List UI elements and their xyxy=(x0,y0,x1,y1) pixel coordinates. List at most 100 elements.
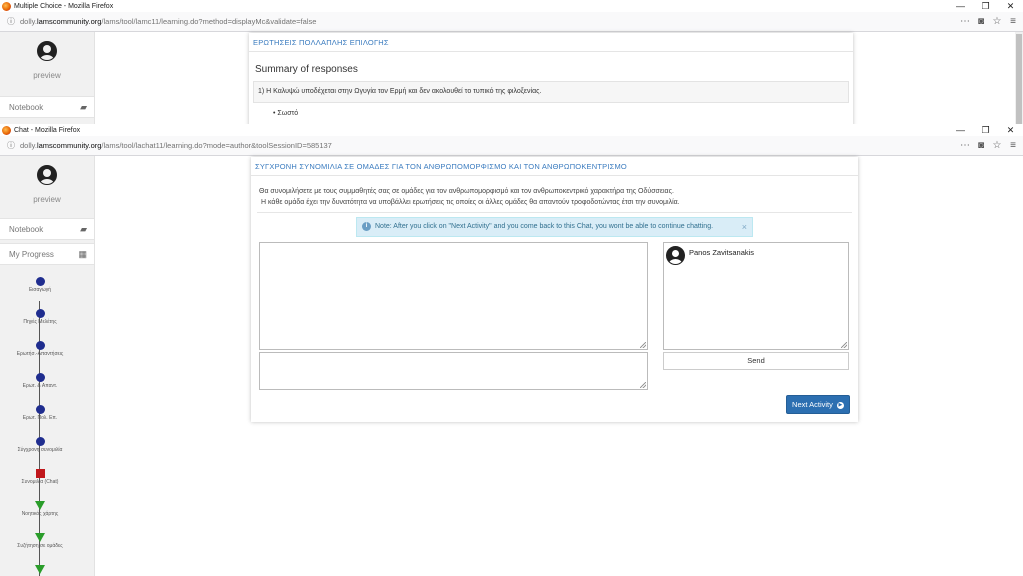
restore-button[interactable]: ❐ xyxy=(973,124,998,136)
progress-node[interactable]: Πηγές Μελέτης xyxy=(0,309,80,325)
address-bar[interactable]: ⓘ dolly.lamscommunity.org/lams/tool/lach… xyxy=(0,136,1023,156)
pending-activity-icon xyxy=(35,565,45,574)
minimize-button[interactable]: — xyxy=(948,0,973,12)
sidebar-item-label: Notebook xyxy=(9,102,44,112)
progress-node-label: Πηγές Μελέτης xyxy=(23,319,57,325)
progress-node-label: Ερωτήσ.-Απαντήσεις xyxy=(16,351,64,357)
url-text[interactable]: dolly.lamscommunity.org/lams/tool/lamc11… xyxy=(20,17,316,26)
progress-node[interactable]: Σύγχρονη συνομιλία xyxy=(0,437,80,453)
window-title: Chat - Mozilla Firefox xyxy=(14,126,81,134)
panel-header: ΕΡΩΤΗΣΕΙΣ ΠΟΛΛΑΠΛΗΣ ΕΠΙΛΟΓΗΣ xyxy=(249,33,853,52)
info-icon[interactable]: ⓘ xyxy=(6,141,16,151)
progress-node-label: Εισαγωγή xyxy=(28,287,52,293)
completed-activity-icon xyxy=(35,341,45,350)
progress-node-label: Ερωτ. Πολ. Επ. xyxy=(22,415,58,421)
url-actions: ⋯ ◙ ☆ ≡ xyxy=(959,15,1019,29)
preview-label: preview xyxy=(33,195,61,204)
progress-node-label: Συνομιλία (Chat) xyxy=(21,479,59,485)
bookmark-star-icon[interactable]: ☆ xyxy=(991,139,1003,153)
panel-header: ΣΥΓΧΡΟΝΗ ΣΥΝΟΜΙΛΙΑ ΣΕ ΟΜΑΔΕΣ ΓΙΑ ΤΟΝ ΑΝΘ… xyxy=(251,157,858,176)
progress-node-label: Ερωτ. & Απαντ. xyxy=(22,383,58,389)
completed-activity-icon xyxy=(35,277,45,286)
send-button[interactable]: Send xyxy=(663,352,849,370)
sidebar-item-label: My Progress xyxy=(9,249,54,259)
pending-activity-icon xyxy=(35,533,45,542)
progress-node[interactable] xyxy=(0,565,80,575)
avatar xyxy=(37,165,57,185)
window-title: Multiple Choice - Mozilla Firefox xyxy=(14,2,114,10)
arrow-right-icon: ▶ xyxy=(836,401,844,409)
progress-node[interactable]: Ερωτ. Πολ. Επ. xyxy=(0,405,80,421)
scrollbar-thumb[interactable] xyxy=(1016,34,1022,124)
completed-activity-icon xyxy=(35,405,45,414)
pending-activity-icon xyxy=(35,501,45,510)
sidebar-item-label: Notebook xyxy=(9,224,44,234)
answer-item: • Σωστό xyxy=(273,110,299,117)
info-icon[interactable]: ⓘ xyxy=(6,17,16,27)
progress-node-label: Συζήτηση σε ομάδες xyxy=(17,543,63,549)
bookmark-star-icon[interactable]: ☆ xyxy=(991,15,1003,29)
next-activity-button[interactable]: Next Activity ▶ xyxy=(786,395,850,414)
progress-node[interactable]: Εισαγωγή xyxy=(0,277,80,293)
resize-handle[interactable] xyxy=(640,382,646,388)
menu-icon[interactable]: ≡ xyxy=(1007,15,1019,29)
chat-window: Chat - Mozilla Firefox — ❐ ✕ ⓘ dolly.lam… xyxy=(0,124,1023,576)
map-icon: ▦ xyxy=(78,248,87,259)
notebook-icon: ▰ xyxy=(80,101,87,112)
progress-node-label: Σύγχρονη συνομιλία xyxy=(17,447,63,453)
title-bar: Chat - Mozilla Firefox — ❐ ✕ xyxy=(0,124,1023,136)
avatar xyxy=(37,41,57,61)
intro-text: Θα συνομιλήσετε με τους συμμαθητές σας σ… xyxy=(259,186,858,208)
page-actions-icon[interactable]: ⋯ xyxy=(959,139,971,153)
window-controls: — ❐ ✕ xyxy=(948,124,1023,136)
close-button[interactable]: ✕ xyxy=(998,124,1023,136)
notebook-icon: ▰ xyxy=(80,223,87,234)
user-avatar-icon xyxy=(666,246,685,265)
url-text[interactable]: dolly.lamscommunity.org/lams/tool/lachat… xyxy=(20,141,332,150)
progress-node[interactable]: Νοητικός χάρτης xyxy=(0,501,80,517)
progress-node[interactable]: Συνομιλία (Chat) xyxy=(0,469,80,485)
progress-node[interactable]: Ερωτ. & Απαντ. xyxy=(0,373,80,389)
message-input[interactable] xyxy=(259,352,648,390)
address-bar[interactable]: ⓘ dolly.lamscommunity.org/lams/tool/lamc… xyxy=(0,12,1023,32)
button-label: Next Activity xyxy=(792,400,833,409)
info-icon: i xyxy=(362,222,371,231)
completed-activity-icon xyxy=(35,309,45,318)
user-name: Panos Zavitsanakis xyxy=(689,248,755,257)
chat-messages-area[interactable] xyxy=(259,242,648,350)
sidebar-item-notebook[interactable]: Notebook ▰ xyxy=(0,218,94,240)
completed-activity-icon xyxy=(35,373,45,382)
resize-handle[interactable] xyxy=(841,342,847,348)
intro-line: Η κάθε ομάδα έχει την δυνατότητα να υποβ… xyxy=(261,199,680,206)
pocket-icon[interactable]: ◙ xyxy=(975,15,987,29)
sidebar-item-my-progress[interactable]: My Progress ▦ xyxy=(0,243,94,265)
multiple-choice-window: Multiple Choice - Mozilla Firefox — ❐ ✕ … xyxy=(0,0,1023,140)
firefox-icon xyxy=(2,125,11,135)
summary-title: Summary of responses xyxy=(255,64,358,75)
menu-icon[interactable]: ≡ xyxy=(1007,139,1019,153)
progress-node[interactable]: Συζήτηση σε ομάδες xyxy=(0,533,80,549)
close-icon[interactable]: × xyxy=(742,218,747,236)
progress-node[interactable]: Ερωτήσ.-Απαντήσεις xyxy=(0,341,80,357)
url-actions: ⋯ ◙ ☆ ≡ xyxy=(959,139,1019,153)
info-alert: i Note: After you click on "Next Activit… xyxy=(356,217,753,237)
firefox-icon xyxy=(2,1,11,11)
chat-panel: ΣΥΓΧΡΟΝΗ ΣΥΝΟΜΙΛΙΑ ΣΕ ΟΜΑΔΕΣ ΓΙΑ ΤΟΝ ΑΝΘ… xyxy=(251,157,858,422)
completed-activity-icon xyxy=(35,437,45,446)
user-item[interactable]: Panos Zavitsanakis xyxy=(666,246,848,265)
alert-text: Note: After you click on "Next Activity"… xyxy=(375,223,714,230)
resize-handle[interactable] xyxy=(640,342,646,348)
restore-button[interactable]: ❐ xyxy=(973,0,998,12)
divider xyxy=(257,212,852,213)
close-button[interactable]: ✕ xyxy=(998,0,1023,12)
progress-node-label: Νοητικός χάρτης xyxy=(21,511,59,517)
users-list: Panos Zavitsanakis xyxy=(663,242,849,350)
current-activity-icon xyxy=(35,469,45,478)
window-controls: — ❐ ✕ xyxy=(948,0,1023,12)
sidebar-item-notebook[interactable]: Notebook ▰ xyxy=(0,96,94,118)
intro-line: Θα συνομιλήσετε με τους συμμαθητές σας σ… xyxy=(259,188,674,195)
pocket-icon[interactable]: ◙ xyxy=(975,139,987,153)
minimize-button[interactable]: — xyxy=(948,124,973,136)
page-actions-icon[interactable]: ⋯ xyxy=(959,15,971,29)
preview-label: preview xyxy=(33,71,61,80)
